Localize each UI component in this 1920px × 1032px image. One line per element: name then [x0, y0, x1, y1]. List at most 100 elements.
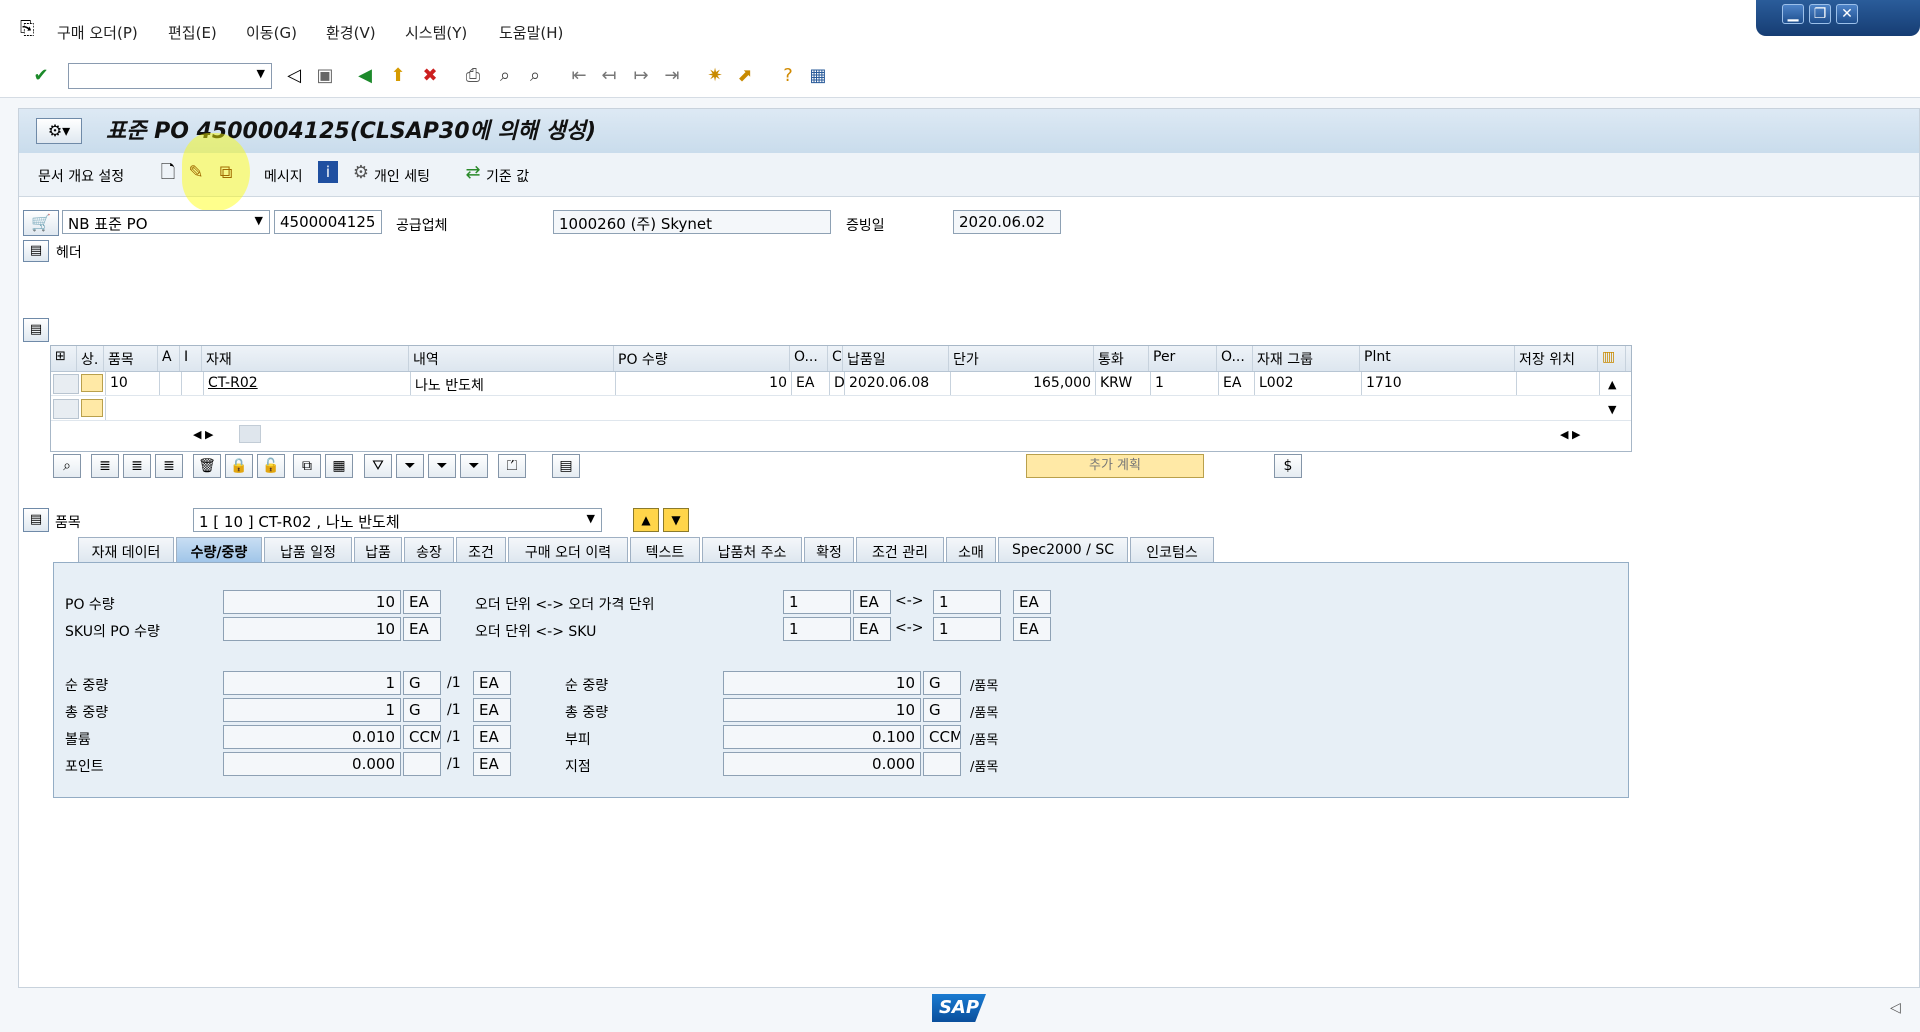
tab-conditions[interactable]: 조건 [456, 537, 506, 563]
first-page-icon[interactable]: ⇤ [567, 64, 591, 88]
personal-settings-button[interactable]: 개인 세팅 [374, 166, 430, 186]
cell-material-group[interactable]: L002 [1255, 372, 1362, 395]
table-row[interactable]: 10 CT-R02 나노 반도체 10 EA D 2020.06.08 165,… [51, 372, 1631, 396]
default-values-icon[interactable]: ⇄ [461, 161, 485, 185]
scroll-down-icon[interactable]: ▼ [1608, 403, 1616, 416]
col-plant[interactable]: Plnt [1360, 346, 1515, 371]
net-weight-unit[interactable]: G [403, 671, 441, 695]
filter-set-icon[interactable]: ⏷ [428, 454, 456, 478]
volume-field[interactable]: 0.010 [223, 725, 401, 749]
chevron-down-icon[interactable]: ▼ [257, 67, 265, 80]
tab-confirmations[interactable]: 확정 [804, 537, 854, 563]
display-change-icon[interactable]: ✎ [184, 161, 208, 185]
col-storage-location[interactable]: 저장 위치 [1515, 346, 1598, 371]
tab-condition-control[interactable]: 조건 관리 [856, 537, 944, 563]
row-selector[interactable] [53, 374, 79, 394]
col-status[interactable]: 상. [77, 346, 104, 371]
previous-item-button[interactable]: ▲ [633, 508, 659, 532]
item-volume-unit[interactable]: CCM [923, 725, 961, 749]
item-gross-weight-unit[interactable]: G [923, 698, 961, 722]
col-i[interactable]: I [180, 346, 202, 371]
texts-icon[interactable]: ▤ [552, 454, 580, 478]
tab-invoice[interactable]: 송장 [404, 537, 454, 563]
gross-weight-field[interactable]: 1 [223, 698, 401, 722]
col-delivery-date[interactable]: 납품일 [843, 346, 949, 371]
col-short-text[interactable]: 내역 [409, 346, 614, 371]
cancel-icon[interactable]: ✖ [418, 64, 442, 88]
col-order-unit[interactable]: O... [790, 346, 828, 371]
copy-row-icon[interactable]: ≣ [155, 454, 183, 478]
item-points-unit[interactable] [923, 752, 961, 776]
restore-button[interactable]: ❐ [1809, 4, 1831, 24]
layout-menu-icon[interactable]: ▦ [806, 64, 830, 88]
tab-retail[interactable]: 소매 [946, 537, 996, 563]
filter-icon[interactable]: ⏷ [396, 454, 424, 478]
info-icon[interactable]: i [318, 161, 338, 183]
col-a[interactable]: A [158, 346, 180, 371]
vendor-field[interactable]: 1000260 (주) Skynet [553, 210, 831, 234]
scroll-left-icon[interactable]: ◀ ▶ [193, 428, 213, 441]
col-material-group[interactable]: 자재 그룹 [1253, 346, 1360, 371]
account-assignment-icon[interactable]: ▦ [325, 454, 353, 478]
back-arrow-icon[interactable]: ◁ [282, 64, 306, 88]
additional-planning-button[interactable]: 추가 계획 [1026, 454, 1204, 478]
other-document-icon[interactable]: ⧉ [214, 161, 238, 185]
doc-overview-button[interactable]: 문서 개요 설정 [38, 166, 124, 186]
col-item[interactable]: 품목 [104, 346, 158, 371]
conversion1-b[interactable]: 1 [933, 590, 1001, 614]
default-values-button[interactable]: 기준 값 [486, 166, 529, 186]
insert-block-icon[interactable]: ≣ [123, 454, 151, 478]
cell-a[interactable] [160, 372, 182, 395]
col-per[interactable]: Per [1149, 346, 1217, 371]
exit-icon[interactable]: ⬆ [386, 64, 410, 88]
points-field[interactable]: 0.000 [223, 752, 401, 776]
cell-po-qty[interactable]: 10 [616, 372, 792, 395]
messages-button[interactable]: 메시지 [264, 166, 303, 186]
conversion2-b-unit[interactable]: EA [1013, 617, 1051, 641]
price-simulation-icon[interactable]: $ [1274, 454, 1302, 478]
menu-system[interactable]: 시스템(Y) [405, 22, 467, 43]
cell-per[interactable]: 1 [1151, 372, 1219, 395]
lock-icon[interactable]: 🔒 [225, 454, 253, 478]
system-menu-icon[interactable]: ⎘ [20, 18, 34, 39]
cell-storage-location[interactable] [1517, 372, 1600, 395]
personal-settings-icon[interactable]: ⚙ [349, 161, 373, 185]
col-po-qty[interactable]: PO 수량 [614, 346, 790, 371]
menu-help[interactable]: 도움말(H) [499, 22, 563, 43]
close-button[interactable]: ✕ [1836, 4, 1858, 24]
item-net-weight-field[interactable]: 10 [723, 671, 921, 695]
item-volume-field[interactable]: 0.100 [723, 725, 921, 749]
next-item-button[interactable]: ▼ [663, 508, 689, 532]
next-page-icon[interactable]: ↦ [629, 64, 653, 88]
conversion2-a-unit[interactable]: EA [853, 617, 891, 641]
po-number-field[interactable]: 4500004125 [274, 210, 382, 234]
net-weight-per-unit[interactable]: EA [473, 671, 511, 695]
filter-delete-icon[interactable]: ⏷ [460, 454, 488, 478]
cell-item[interactable]: 10 [106, 372, 160, 395]
collapse-items-icon[interactable]: ▤ [23, 318, 49, 342]
delete-icon[interactable]: 🗑 [193, 454, 221, 478]
conversion1-a-unit[interactable]: EA [853, 590, 891, 614]
details-icon[interactable]: ⌕ [53, 454, 81, 478]
tab-spec2000[interactable]: Spec2000 / SC [998, 537, 1128, 563]
tab-delivery-schedule[interactable]: 납품 일정 [264, 537, 352, 563]
conversion1-b-unit[interactable]: EA [1013, 590, 1051, 614]
tab-texts[interactable]: 텍스트 [630, 537, 700, 563]
col-currency[interactable]: 통화 [1094, 346, 1149, 371]
cell-c[interactable]: D [830, 372, 845, 395]
item-points-field[interactable]: 0.000 [723, 752, 921, 776]
back-icon[interactable]: ◀ [353, 64, 377, 88]
item-net-weight-unit[interactable]: G [923, 671, 961, 695]
insert-row-icon[interactable]: ≣ [91, 454, 119, 478]
points-unit[interactable] [403, 752, 441, 776]
volume-per-unit[interactable]: EA [473, 725, 511, 749]
copy-icon[interactable]: ⧉ [293, 454, 321, 478]
horizontal-scrollbar[interactable] [239, 425, 261, 443]
col-material[interactable]: 자재 [202, 346, 409, 371]
expand-header-icon[interactable]: ▤ [23, 240, 49, 262]
scroll-right-icon[interactable]: ◀ ▶ [1560, 428, 1580, 441]
cell-delivery-date[interactable]: 2020.06.08 [845, 372, 951, 395]
minimize-button[interactable]: ▁ [1782, 4, 1804, 24]
col-net-price[interactable]: 단가 [949, 346, 1094, 371]
cell-short-text[interactable]: 나노 반도체 [411, 372, 616, 395]
